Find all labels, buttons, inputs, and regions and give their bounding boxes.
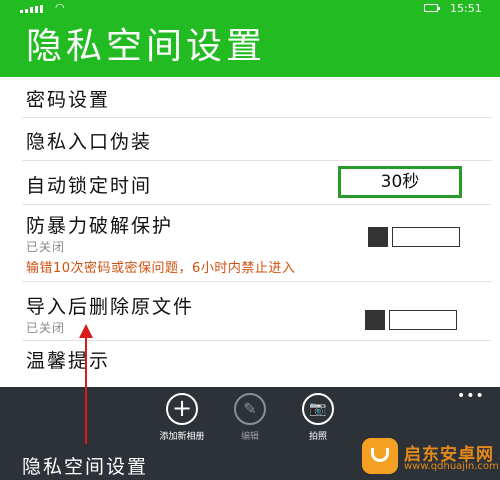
setting-password-label: 密码设置 bbox=[26, 89, 111, 111]
setting-delete-after-import-label: 导入后删除原文件 bbox=[26, 296, 195, 318]
toggle-track bbox=[389, 310, 457, 330]
wifi-icon: ◠ bbox=[55, 1, 65, 14]
setting-entry-disguise-label: 隐私入口伪装 bbox=[26, 131, 153, 153]
toggle-knob bbox=[365, 310, 385, 330]
setting-tips[interactable]: 温馨提示 bbox=[0, 341, 500, 385]
delete-after-import-state: 已关闭 bbox=[26, 321, 66, 335]
add-album-button[interactable]: + 添加新相册 bbox=[147, 393, 217, 442]
caption-text: 隐私空间设置 bbox=[22, 456, 149, 478]
page-title: 隐私空间设置 bbox=[26, 26, 267, 67]
take-photo-label: 拍照 bbox=[308, 432, 327, 442]
signal-icon bbox=[20, 5, 44, 13]
setting-password[interactable]: 密码设置 bbox=[0, 77, 500, 117]
battery-icon bbox=[424, 4, 440, 12]
edit-button[interactable]: ✎ 编辑 bbox=[215, 393, 285, 442]
add-album-label: 添加新相册 bbox=[159, 432, 205, 442]
plus-icon: + bbox=[166, 393, 198, 425]
setting-anti-brute-force-label: 防暴力破解保护 bbox=[26, 215, 174, 237]
setting-entry-disguise[interactable]: 隐私入口伪装 bbox=[0, 118, 500, 160]
status-time: 15:51 bbox=[450, 2, 482, 15]
annotation-arrow-shaft bbox=[85, 334, 87, 444]
watermark-logo-icon bbox=[362, 438, 398, 474]
camera-icon: 📷 bbox=[302, 393, 334, 425]
toggle-track bbox=[392, 227, 460, 247]
watermark-url: www.qdhuajin.com bbox=[404, 461, 499, 472]
anti-brute-force-state: 已关闭 bbox=[26, 240, 66, 254]
auto-lock-time-select[interactable]: 30秒 bbox=[338, 166, 462, 198]
take-photo-button[interactable]: 📷 拍照 bbox=[283, 393, 353, 442]
status-bar: ◠ 15:51 bbox=[0, 0, 500, 17]
more-options-button[interactable]: ••• bbox=[457, 388, 485, 404]
setting-auto-lock-label: 自动锁定时间 bbox=[26, 175, 153, 197]
setting-tips-label: 温馨提示 bbox=[26, 350, 111, 372]
annotation-arrow-head bbox=[79, 324, 93, 338]
delete-after-import-toggle[interactable] bbox=[365, 310, 457, 330]
toggle-knob bbox=[368, 227, 388, 247]
anti-brute-force-warning: 输错10次密码或密保问题，6小时内禁止进入 bbox=[26, 261, 296, 276]
page-header: 隐私空间设置 bbox=[0, 17, 500, 77]
anti-brute-force-toggle[interactable] bbox=[368, 227, 460, 247]
edit-label: 编辑 bbox=[240, 432, 259, 442]
pencil-icon: ✎ bbox=[234, 393, 266, 425]
